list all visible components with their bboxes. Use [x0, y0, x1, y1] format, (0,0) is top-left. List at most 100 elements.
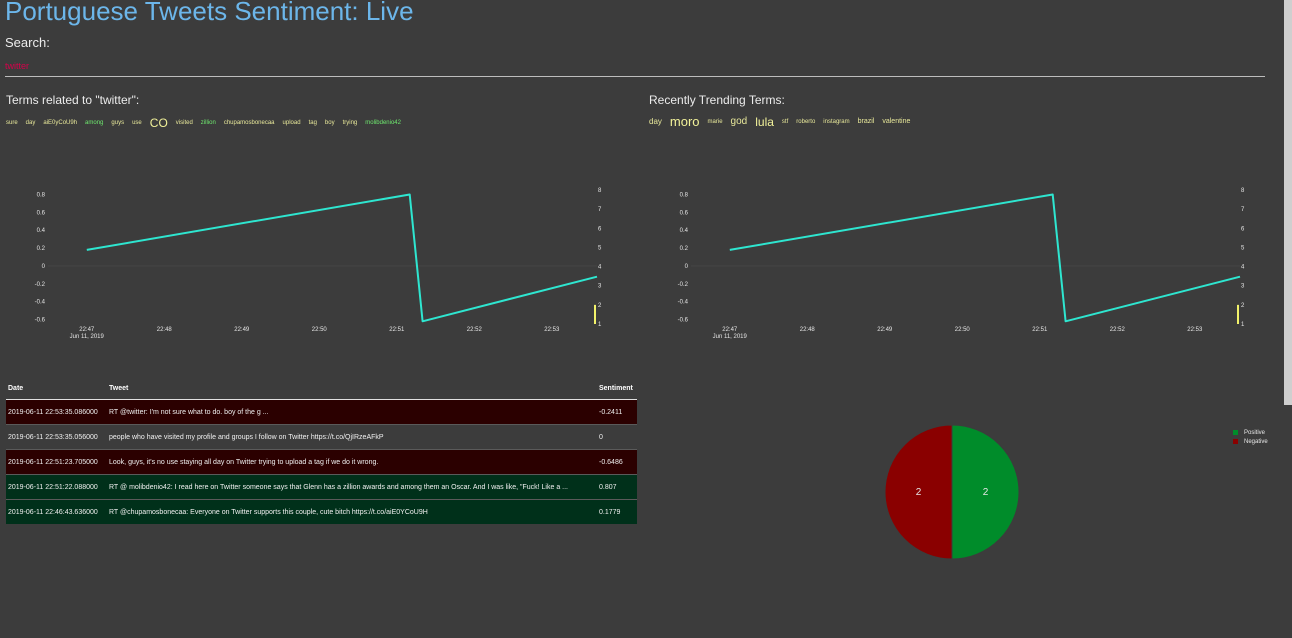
- y2-tick-label: 3: [1241, 284, 1245, 290]
- y2-tick-label: 7: [1241, 207, 1245, 213]
- table-row: 2019-06-11 22:51:23.705000 Look, guys, it…: [6, 449, 637, 475]
- table-header-row: Date Tweet Sentiment: [6, 378, 637, 400]
- page-title: Portuguese Tweets Sentiment: Live: [5, 0, 414, 26]
- term-day[interactable]: day: [649, 117, 662, 126]
- cell-date: 2019-06-11 22:51:22.088000: [6, 474, 107, 500]
- cell-tweet: RT @chupamosbonecaa: Everyone on Twitter…: [107, 499, 597, 524]
- term-zillion[interactable]: zillion: [201, 120, 216, 126]
- y-tick-label: 0.2: [37, 246, 46, 252]
- pie-slice-value: 2: [983, 487, 989, 498]
- x-tick-label: 22:47: [79, 327, 95, 333]
- cell-date: 2019-06-11 22:46:43.636000: [6, 499, 107, 524]
- y-tick-label: -0.4: [35, 300, 46, 306]
- cell-tweet: RT @ molibdenio42: I read here on Twitte…: [107, 474, 597, 500]
- legend-item-negative[interactable]: Negative: [1233, 438, 1268, 447]
- term-co[interactable]: CO: [150, 116, 168, 130]
- term-roberto[interactable]: roberto: [796, 119, 815, 125]
- legend-swatch: [1233, 429, 1238, 435]
- table-row: 2019-06-11 22:51:22.088000 RT @ molibdeni…: [6, 474, 637, 500]
- y-tick-label: 0.4: [37, 228, 46, 234]
- sentiment-pie-chart: 22: [884, 424, 1020, 560]
- page-scrollbar[interactable]: [1284, 0, 1292, 405]
- table-row: 2019-06-11 22:53:35.086000 RT @twitter: I…: [6, 399, 637, 425]
- term-sure[interactable]: sure: [6, 120, 18, 126]
- x-tick-label: 22:53: [544, 327, 560, 333]
- term-upload[interactable]: upload: [283, 120, 301, 126]
- term-day[interactable]: day: [26, 120, 36, 126]
- column-header-sentiment: Sentiment: [597, 378, 637, 400]
- y-tick-label: 0.6: [680, 210, 689, 216]
- header-divider: [5, 76, 1265, 77]
- term-trying[interactable]: trying: [343, 120, 358, 126]
- legend-label: Negative: [1244, 439, 1268, 445]
- cell-date: 2019-06-11 22:53:35.056000: [6, 424, 107, 450]
- y2-tick-label: 1: [1241, 322, 1245, 328]
- x-tick-label: 22:51: [1032, 327, 1048, 333]
- y-tick-label: -0.4: [678, 300, 689, 306]
- term-marie[interactable]: marie: [708, 119, 723, 125]
- table-row: 2019-06-11 22:46:43.636000 RT @chupamosbo…: [6, 499, 637, 524]
- y2-tick-label: 4: [1241, 265, 1245, 271]
- y-tick-label: -0.6: [678, 318, 689, 324]
- pie-slice-value: 2: [916, 487, 922, 498]
- term-chupamosbonecaa[interactable]: chupamosbonecaa: [224, 120, 275, 126]
- y2-tick-label: 1: [598, 322, 602, 328]
- legend-item-positive[interactable]: Positive: [1233, 429, 1268, 438]
- x-tick-label: 22:49: [877, 327, 893, 333]
- y-tick-label: -0.2: [678, 282, 689, 288]
- term-lula[interactable]: lula: [755, 115, 774, 129]
- term-visited[interactable]: visited: [176, 120, 193, 126]
- sentiment-series-line: [729, 193, 1241, 323]
- y2-tick-label: 3: [598, 284, 602, 290]
- tweets-table: Date Tweet Sentiment 2019-06-11 22:53:35…: [6, 378, 637, 524]
- term-tag[interactable]: tag: [309, 120, 317, 126]
- y2-tick-label: 7: [598, 207, 602, 213]
- legend-label: Positive: [1244, 430, 1266, 436]
- term-valentine[interactable]: valentine: [882, 118, 910, 125]
- y-tick-label: 0.2: [680, 246, 689, 252]
- related-terms-list: sure day aiE0yCoU9h among guys use CO visited zi…: [6, 114, 409, 132]
- sentiment-line-chart-related: 0.8 0.6 0.4 0.2 0 -0.2 -0.4 -0.6 8 7 6 5 4 3 2 1 22:47 22…: [35, 188, 602, 340]
- x-tick-label: 22:51: [389, 327, 405, 333]
- y2-tick-label: 5: [1241, 245, 1245, 251]
- term-guys[interactable]: guys: [111, 120, 124, 126]
- x-tick-label: 22:49: [234, 327, 250, 333]
- sentiment-line-chart-trending: 0.8 0.6 0.4 0.2 0 -0.2 -0.4 -0.6 8 7 6 5 4 3 2 1 22:47 22…: [678, 188, 1245, 340]
- y-tick-label: 0: [42, 264, 46, 270]
- cell-sentiment: 0.807: [597, 474, 637, 500]
- cell-sentiment: -0.2411: [597, 399, 637, 425]
- x-tick-label: 22:53: [1187, 327, 1203, 333]
- x-tick-label: 22:52: [1110, 327, 1126, 333]
- term-instagram[interactable]: instagram: [823, 119, 849, 125]
- x-tick-label: 22:50: [955, 327, 971, 333]
- column-header-date: Date: [6, 378, 107, 400]
- cell-sentiment: 0.1779: [597, 499, 637, 524]
- y2-tick-label: 5: [598, 245, 602, 251]
- y2-tick-label: 6: [1241, 226, 1245, 232]
- term-moro[interactable]: moro: [670, 114, 700, 129]
- x-date-label: Jun 11, 2019: [70, 334, 105, 340]
- term-stf[interactable]: stf: [782, 119, 788, 125]
- trending-terms-list: day moro marie god lula stf roberto instagram br…: [649, 113, 918, 131]
- term-brazil[interactable]: brazil: [858, 118, 875, 125]
- term-god[interactable]: god: [731, 116, 748, 127]
- y-tick-label: 0.4: [680, 228, 689, 234]
- y-tick-label: 0: [685, 264, 689, 270]
- y2-tick-label: 6: [598, 226, 602, 232]
- y2-tick-label: 8: [1241, 188, 1245, 194]
- y2-tick-label: 4: [598, 265, 602, 271]
- term-among[interactable]: among: [85, 120, 103, 126]
- x-date-label: Jun 11, 2019: [713, 334, 748, 340]
- x-tick-label: 22:48: [157, 327, 173, 333]
- trending-terms-heading: Recently Trending Terms:: [649, 93, 785, 107]
- y2-tick-label: 2: [1241, 303, 1245, 309]
- x-tick-label: 22:50: [312, 327, 328, 333]
- term-aie0ycou9h[interactable]: aiE0yCoU9h: [43, 120, 77, 126]
- search-input[interactable]: [5, 59, 305, 73]
- term-molibdenio42[interactable]: molibdenio42: [365, 120, 401, 126]
- term-use[interactable]: use: [132, 120, 142, 126]
- cell-tweet: RT @twitter: I'm not sure what to do. bo…: [107, 399, 597, 425]
- term-boy[interactable]: boy: [325, 120, 335, 126]
- cell-tweet: Look, guys, it's no use staying all day …: [107, 449, 597, 475]
- column-header-tweet: Tweet: [107, 378, 597, 400]
